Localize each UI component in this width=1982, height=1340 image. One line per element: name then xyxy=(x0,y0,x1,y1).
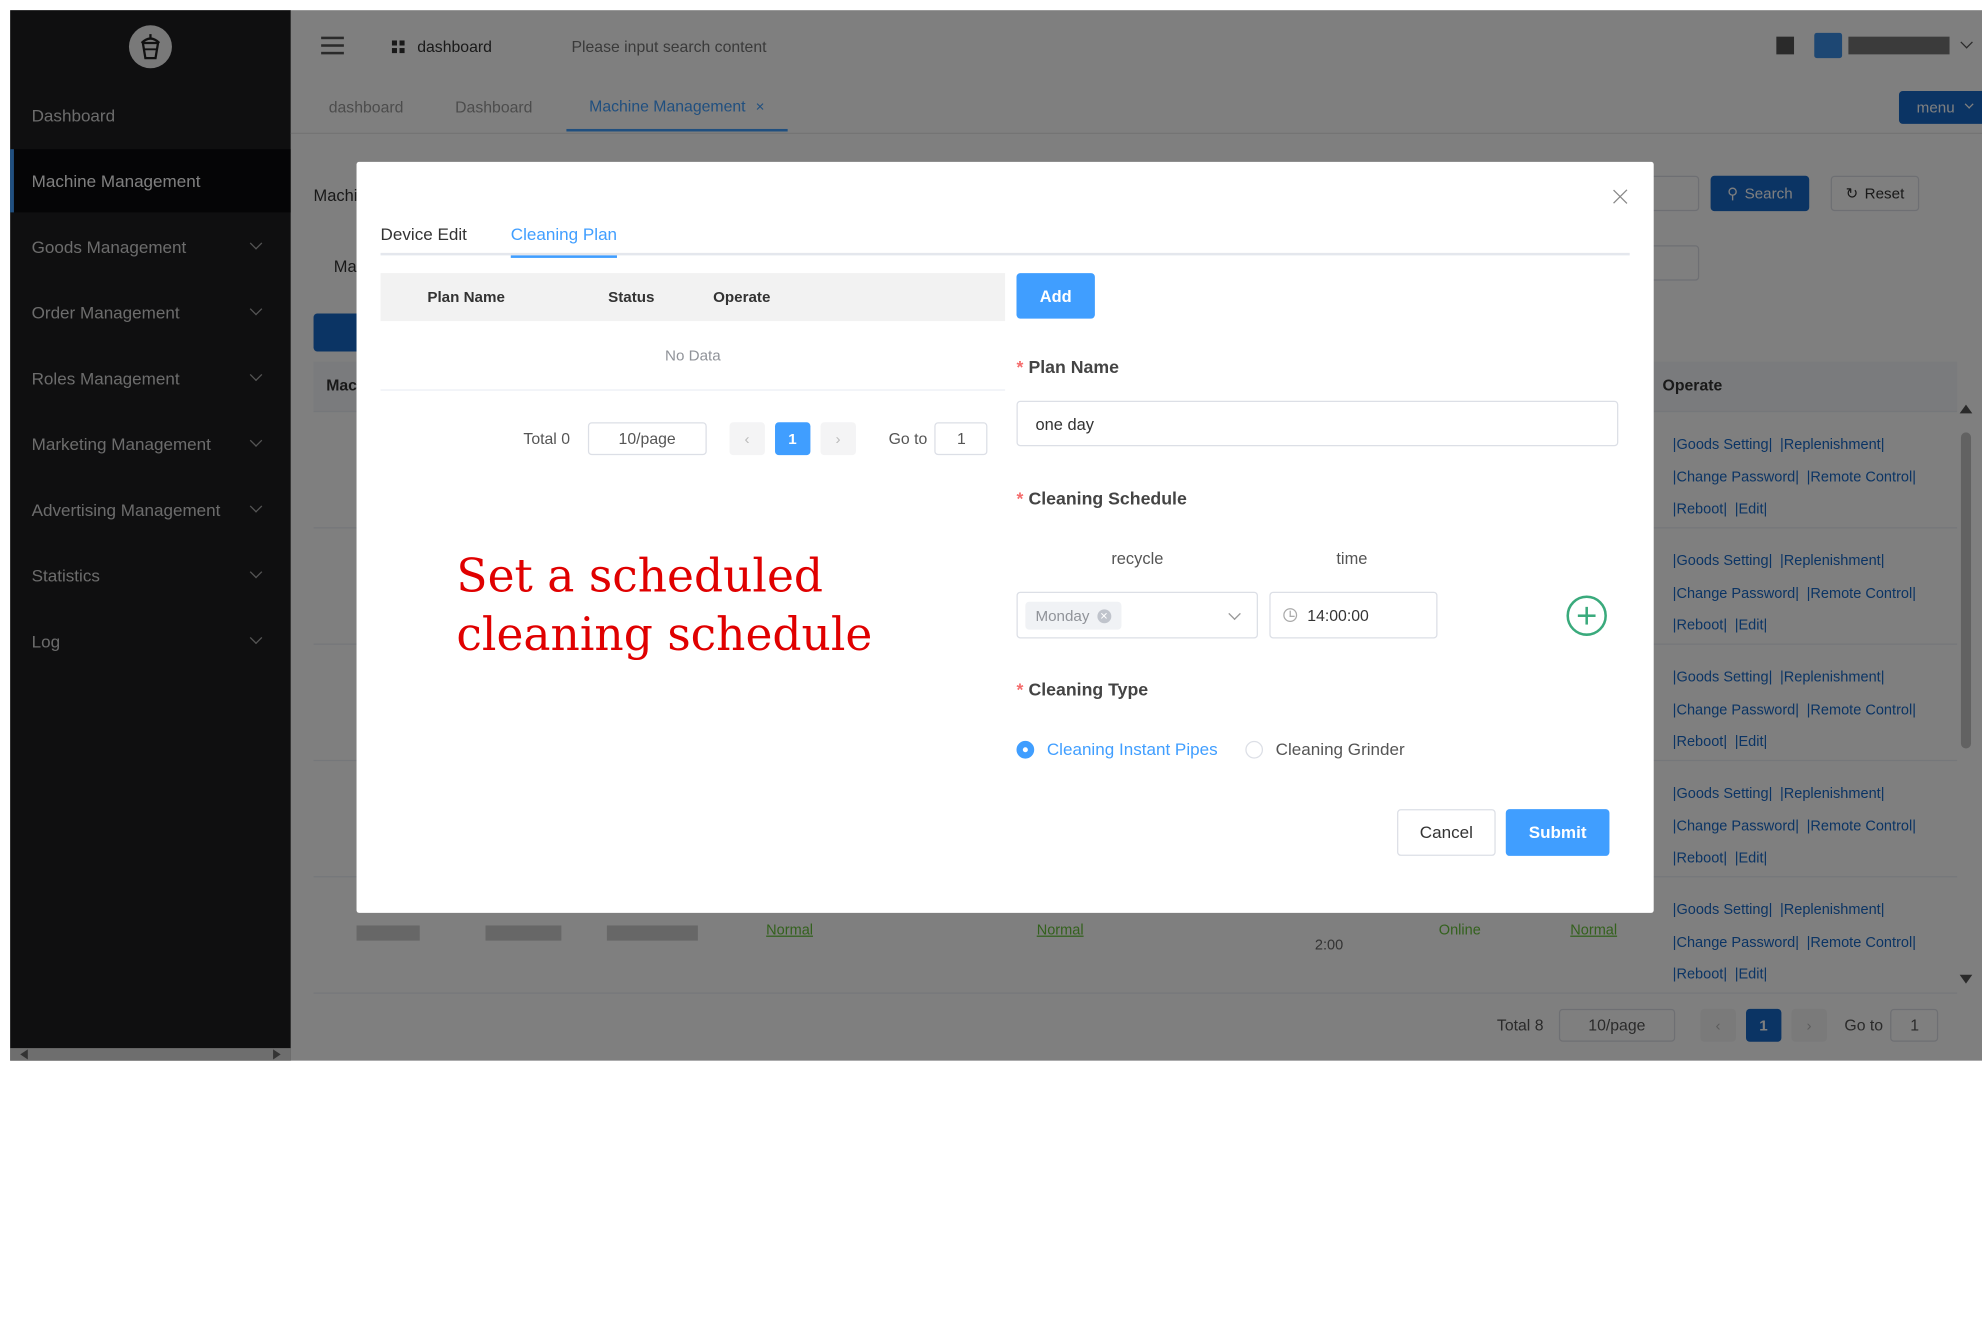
radio-cleaning-grinder[interactable]: Cleaning Grinder xyxy=(1245,739,1405,759)
pagination-total: Total 0 xyxy=(523,429,571,448)
radio-label: Cleaning Instant Pipes xyxy=(1046,739,1218,759)
page-number-current[interactable]: 1 xyxy=(774,422,811,456)
chevron-down-icon xyxy=(1228,607,1241,621)
close-icon[interactable] xyxy=(1611,187,1631,207)
weekday-tag: Monday ✕ xyxy=(1025,601,1122,630)
app-window: Dashboard Machine Management Goods Manag… xyxy=(10,10,1982,1061)
column-header-status: Status xyxy=(608,288,655,306)
time-column-label: time xyxy=(1336,548,1368,568)
add-plan-button[interactable]: Add xyxy=(1016,273,1095,319)
dialog-tabs: Device Edit Cleaning Plan xyxy=(380,220,1630,258)
cleaning-type-label: * Cleaning Type xyxy=(1016,679,1148,699)
device-edit-dialog: Device Edit Cleaning Plan Plan Name Stat… xyxy=(356,161,1654,913)
add-schedule-icon[interactable] xyxy=(1566,595,1607,636)
goto-label: Go to xyxy=(888,429,928,448)
time-picker-input[interactable]: 14:00:00 xyxy=(1269,591,1438,639)
plan-name-input[interactable]: one day xyxy=(1016,400,1619,447)
cancel-button-label: Cancel xyxy=(1419,823,1473,843)
annotation-text: Set a scheduled cleaning schedule xyxy=(456,551,873,662)
radio-cleaning-instant-pipes[interactable]: Cleaning Instant Pipes xyxy=(1016,739,1218,759)
prev-page-button[interactable]: ‹ xyxy=(729,422,765,456)
tab-label: Device Edit xyxy=(380,225,467,245)
empty-text: No Data xyxy=(665,346,721,365)
time-value: 14:00:00 xyxy=(1307,606,1369,624)
tab-cleaning-plan[interactable]: Cleaning Plan xyxy=(510,225,618,258)
plan-table-pagination: Total 0 10/page ‹ 1 › Go to 1 xyxy=(523,422,988,456)
column-header-operate: Operate xyxy=(713,288,771,306)
required-mark: * xyxy=(1016,678,1024,700)
required-mark: * xyxy=(1016,356,1024,377)
label-text: Cleaning Schedule xyxy=(1028,488,1187,509)
page-size-select[interactable]: 10/page xyxy=(587,422,707,456)
required-mark: * xyxy=(1016,488,1024,509)
cancel-button[interactable]: Cancel xyxy=(1397,809,1496,856)
column-header-plan-name: Plan Name xyxy=(427,288,505,306)
remove-tag-icon[interactable]: ✕ xyxy=(1097,608,1111,623)
plan-table-header: Plan Name Status Operate xyxy=(380,273,1006,322)
radio-label: Cleaning Grinder xyxy=(1275,739,1405,759)
goto-value: 1 xyxy=(956,429,966,448)
clock-icon xyxy=(1283,608,1298,623)
goto-page-input[interactable]: 1 xyxy=(934,422,988,456)
plan-name-label: * Plan Name xyxy=(1016,357,1118,377)
submit-button-label: Submit xyxy=(1528,823,1587,843)
label-text: Cleaning Type xyxy=(1028,678,1149,700)
submit-button[interactable]: Submit xyxy=(1505,809,1610,856)
radio-dot xyxy=(1016,740,1035,758)
page-size-value: 10/page xyxy=(618,429,676,448)
recycle-column-label: recycle xyxy=(1111,548,1164,568)
page-number-label: 1 xyxy=(788,429,797,448)
tab-label: Cleaning Plan xyxy=(510,225,618,245)
tab-device-edit[interactable]: Device Edit xyxy=(381,225,467,258)
weekday-tag-label: Monday xyxy=(1035,606,1090,625)
radio-dot xyxy=(1245,740,1264,758)
empty-table-message: No Data xyxy=(380,321,1006,391)
add-button-label: Add xyxy=(1039,286,1072,306)
plan-name-value: one day xyxy=(1035,414,1094,434)
cleaning-schedule-label: * Cleaning Schedule xyxy=(1016,488,1186,508)
label-text: Plan Name xyxy=(1028,356,1119,377)
next-page-button[interactable]: › xyxy=(820,422,856,456)
recycle-weekday-select[interactable]: Monday ✕ xyxy=(1016,591,1258,639)
